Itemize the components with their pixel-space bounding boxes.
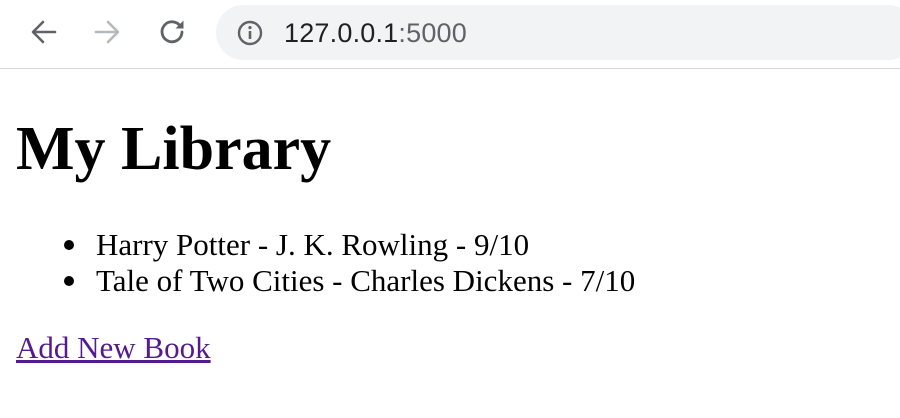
- arrow-left-icon: [31, 20, 57, 44]
- url-host: 127.0.0.1: [284, 18, 399, 48]
- site-info-button[interactable]: [236, 19, 264, 47]
- book-list: Harry Potter - J. K. Rowling - 9/10 Tale…: [58, 227, 635, 299]
- address-bar[interactable]: 127.0.0.1:5000: [216, 5, 900, 60]
- forward-button[interactable]: [89, 14, 125, 50]
- back-button[interactable]: [26, 14, 62, 50]
- book-entry: Tale of Two Cities - Charles Dickens - 7…: [96, 263, 636, 298]
- add-new-book-link[interactable]: Add New Book: [16, 330, 211, 366]
- url-port: :5000: [398, 18, 467, 48]
- url-text[interactable]: 127.0.0.1:5000: [284, 18, 467, 48]
- book-entry: Harry Potter - J. K. Rowling - 9/10: [96, 227, 530, 262]
- bullet-icon: [64, 276, 74, 286]
- page-content: My Library Harry Potter - J. K. Rowling …: [0, 69, 900, 418]
- arrow-right-icon: [94, 20, 120, 44]
- reload-button[interactable]: [154, 14, 190, 50]
- list-item: Tale of Two Cities - Charles Dickens - 7…: [64, 263, 636, 299]
- page-title: My Library: [16, 115, 332, 183]
- bullet-icon: [64, 240, 74, 250]
- browser-toolbar: 127.0.0.1:5000: [0, 0, 900, 69]
- list-item: Harry Potter - J. K. Rowling - 9/10: [64, 227, 635, 263]
- info-circle-icon: [237, 20, 263, 46]
- reload-icon: [160, 20, 184, 44]
